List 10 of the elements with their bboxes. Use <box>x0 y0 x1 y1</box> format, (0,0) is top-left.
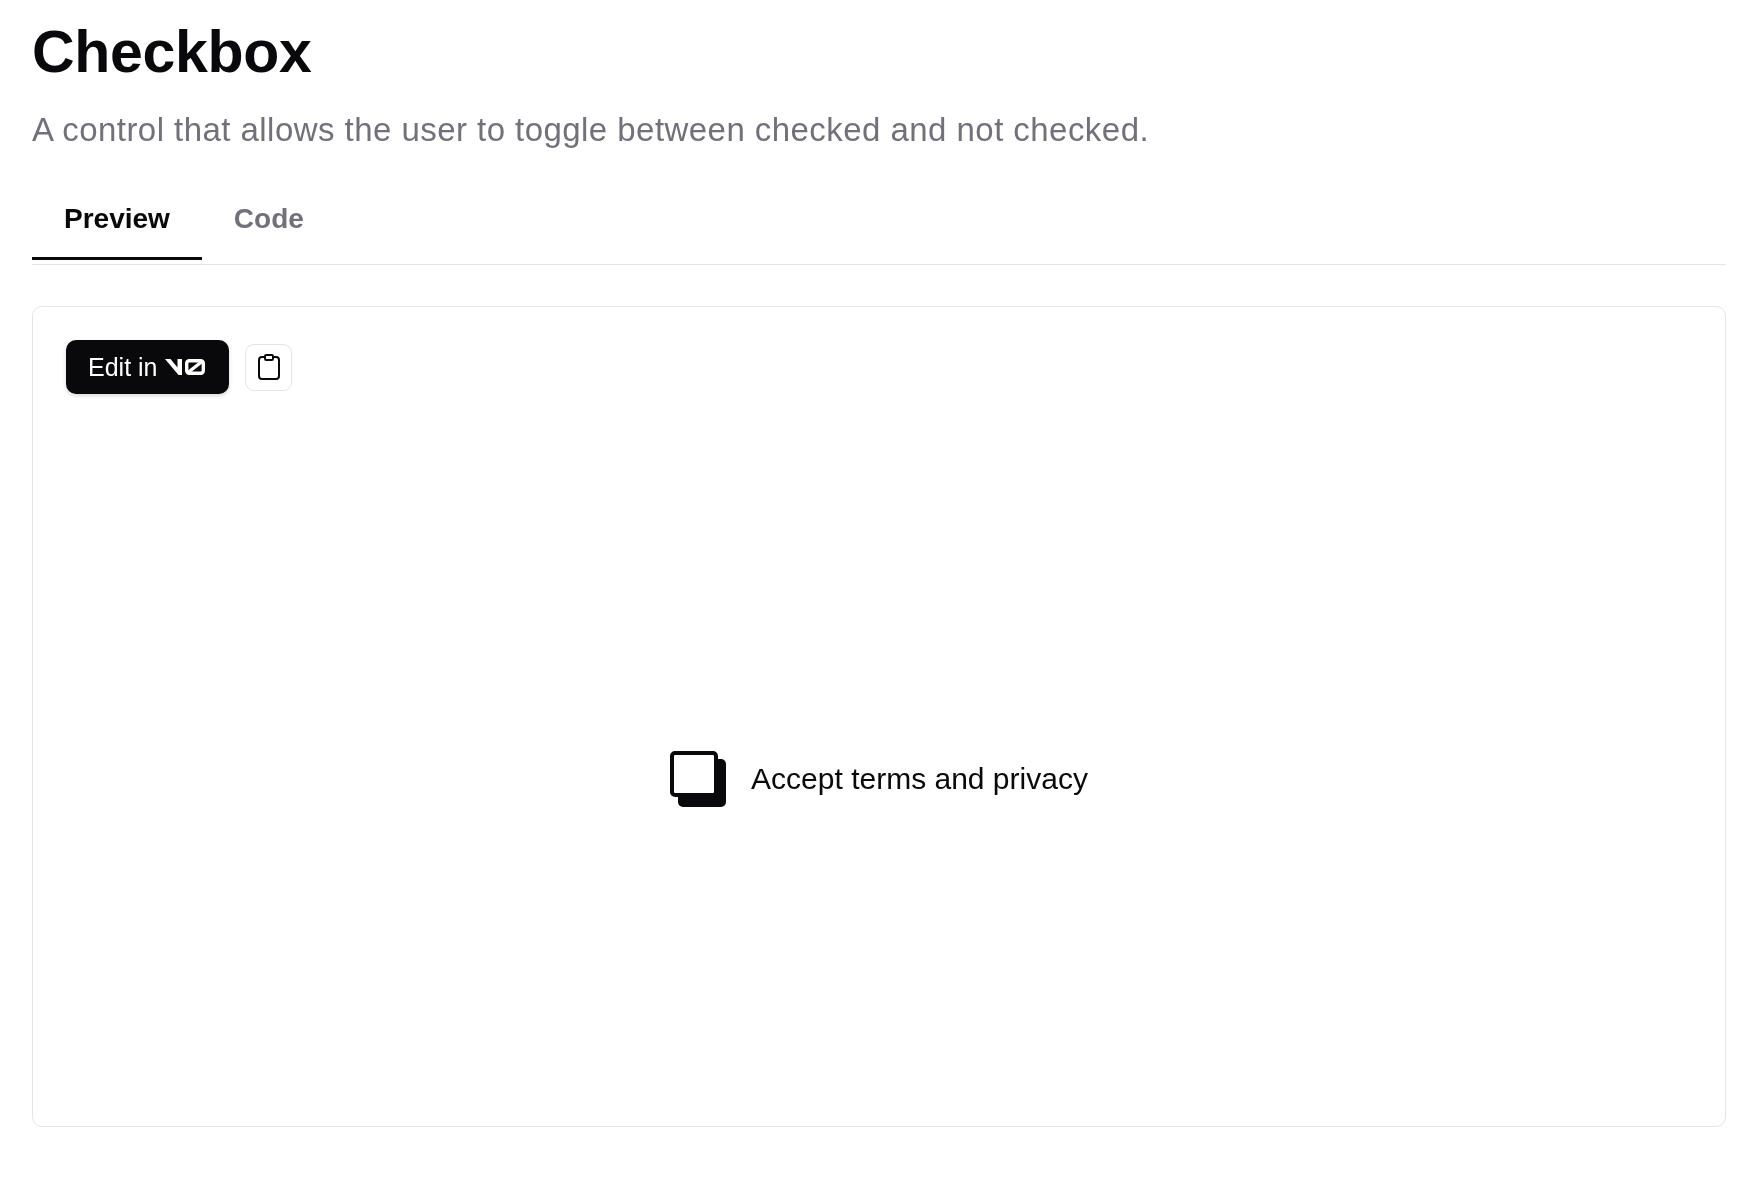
tab[interactable]: Preview <box>32 184 202 260</box>
tab[interactable]: Code <box>201 184 336 260</box>
edit-button[interactable]: Edit in <box>66 340 230 394</box>
logo-icon <box>165 358 206 376</box>
checkbox[interactable] <box>670 750 727 807</box>
page-description: A control that allows the user to toggle between checked and not checked. <box>32 110 1151 150</box>
clipboard-icon <box>258 354 280 380</box>
checkbox-label: Accept terms and privacy <box>751 760 1088 797</box>
page-title: Checkbox <box>32 18 313 87</box>
copy-button[interactable] <box>245 343 293 391</box>
